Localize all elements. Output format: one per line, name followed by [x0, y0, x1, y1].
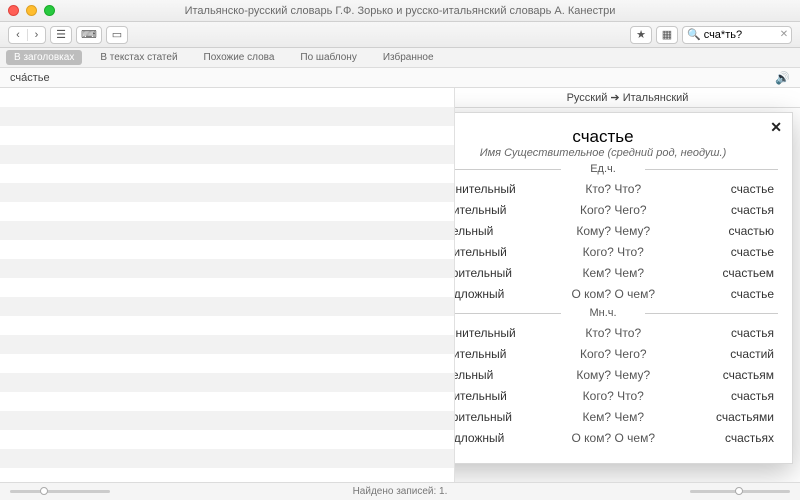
- zoom-slider-left[interactable]: [10, 489, 110, 495]
- tab-articles[interactable]: В текстах статей: [92, 50, 185, 65]
- toolbar: ‹ › ☰ ⌨ ▭ ★ ▦ 🔍 ✕: [0, 22, 800, 48]
- result-header: сча́стье 🔊: [0, 68, 800, 88]
- search-icon: 🔍: [687, 28, 701, 41]
- tab-pattern[interactable]: По шаблону: [292, 50, 364, 65]
- popup-title: счастье: [455, 127, 778, 147]
- status-bar: Найдено записей: 1.: [0, 482, 800, 500]
- zoom-window-button[interactable]: [44, 5, 55, 16]
- tab-headers[interactable]: В заголовках: [6, 50, 82, 65]
- headword: сча́стье: [10, 72, 50, 84]
- keyboard-button[interactable]: ⌨: [76, 26, 102, 44]
- search-field[interactable]: 🔍 ✕: [682, 26, 792, 44]
- history-button[interactable]: ☰: [50, 26, 72, 44]
- window-title: Итальянско-русский словарь Г.Ф. Зорько и…: [68, 5, 732, 17]
- forward-button[interactable]: ›: [27, 29, 45, 41]
- clear-search-icon[interactable]: ✕: [780, 29, 788, 40]
- results-list[interactable]: [0, 88, 455, 482]
- tab-bar: В заголовках В текстах статей Похожие сл…: [0, 48, 800, 68]
- layout-button[interactable]: ▦: [656, 26, 678, 44]
- close-window-button[interactable]: [8, 5, 19, 16]
- language-direction: Русский ➔ Итальянский: [455, 88, 800, 108]
- plural-label: Мн.ч.: [455, 307, 778, 319]
- close-icon[interactable]: ✕: [770, 119, 782, 136]
- status-text: Найдено записей: 1.: [353, 486, 448, 497]
- window-controls: [8, 5, 68, 16]
- part-of-speech: Имя Существительное (средний род, неодуш…: [455, 147, 778, 159]
- article-pane: Русский ➔ Итальянский сча́ 1. f ▶( 2. ( …: [455, 88, 800, 482]
- tab-favorites[interactable]: Избранное: [375, 50, 442, 65]
- sound-icon[interactable]: 🔊: [775, 71, 790, 85]
- table-button[interactable]: ▭: [106, 26, 128, 44]
- minimize-window-button[interactable]: [26, 5, 37, 16]
- declension-popup: ✕ счастье Имя Существительное (средний р…: [455, 112, 793, 464]
- declension-plural: ИменительныйКто? Что?счастья Родительный…: [455, 321, 778, 449]
- zoom-slider-right[interactable]: [690, 489, 790, 495]
- tab-similar[interactable]: Похожие слова: [196, 50, 283, 65]
- titlebar: Итальянско-русский словарь Г.Ф. Зорько и…: [0, 0, 800, 22]
- declension-singular: ИменительныйКто? Что?счастье Родительный…: [455, 177, 778, 305]
- singular-label: Ед.ч.: [455, 163, 778, 175]
- back-button[interactable]: ‹: [9, 29, 27, 41]
- search-input[interactable]: [704, 29, 780, 41]
- star-button[interactable]: ★: [630, 26, 652, 44]
- nav-buttons: ‹ ›: [8, 26, 46, 44]
